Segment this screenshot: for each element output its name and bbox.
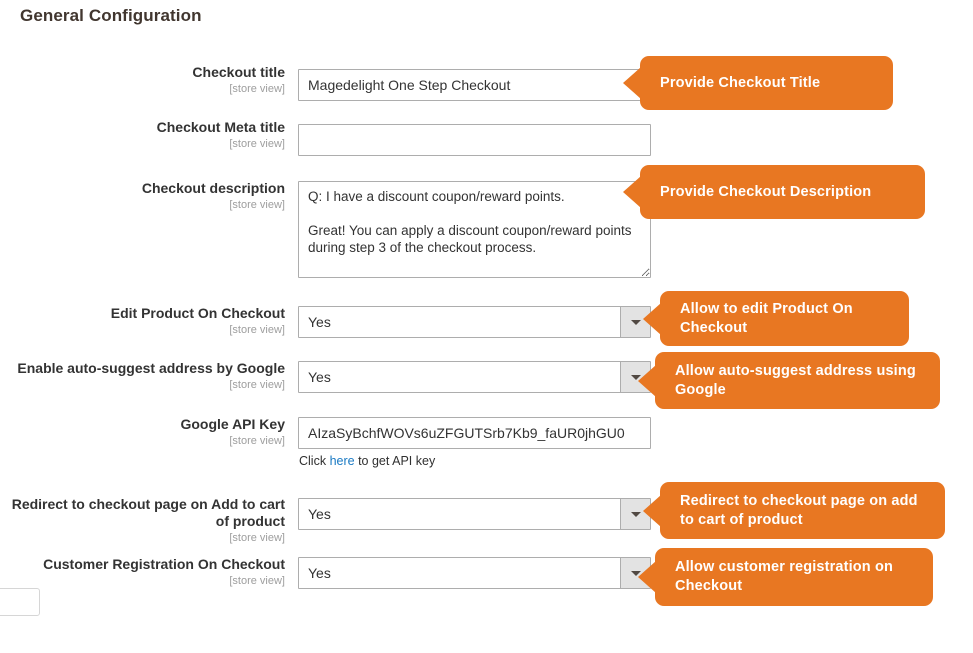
label-text: Checkout Meta title <box>156 119 285 135</box>
checkout-title-input[interactable] <box>298 69 651 101</box>
label-text: Google API Key <box>180 416 285 432</box>
label-text: Checkout description <box>141 180 285 196</box>
google-api-key-note: Click here to get API key <box>299 454 435 468</box>
select-value: Yes <box>308 506 331 522</box>
scope-label: [store view] <box>229 138 285 150</box>
label-customer-registration: Customer Registration On Checkout [store… <box>0 556 285 589</box>
label-text: Enable auto-suggest address by Google <box>17 360 285 376</box>
label-text: Edit Product On Checkout <box>110 305 285 321</box>
label-checkout-meta-title: Checkout Meta title [store view] <box>0 119 285 152</box>
checkout-meta-title-input[interactable] <box>298 124 651 156</box>
google-api-key-input[interactable] <box>298 417 651 449</box>
callout-auto-suggest: Allow auto-suggest address using Google <box>638 352 940 409</box>
callout-arrow <box>638 561 656 593</box>
scope-label: [store view] <box>229 83 285 95</box>
callout-text: Provide Checkout Description <box>660 183 872 200</box>
control-google-api-key <box>298 417 651 449</box>
label-text: Customer Registration On Checkout <box>43 556 285 572</box>
callout-arrow <box>638 364 656 397</box>
callout-checkout-title: Provide Checkout Title <box>623 56 893 110</box>
checkout-description-textarea[interactable]: Q: I have a discount coupon/reward point… <box>298 181 651 278</box>
callout-customer-registration: Allow customer registration on Checkout <box>638 548 933 606</box>
label-edit-product-on-checkout: Edit Product On Checkout [store view] <box>0 305 285 338</box>
callout-arrow <box>623 176 641 208</box>
chevron-down-icon <box>630 320 641 325</box>
callout-arrow <box>623 67 641 99</box>
chevron-down-icon <box>630 512 641 517</box>
control-checkout-title <box>298 69 651 101</box>
label-checkout-title: Checkout title [store view] <box>0 64 285 97</box>
label-redirect-to-checkout: Redirect to checkout page on Add to cart… <box>0 496 285 546</box>
control-checkout-meta-title <box>298 124 651 156</box>
control-enable-auto-suggest: Yes <box>298 361 651 393</box>
callout-checkout-description: Provide Checkout Description <box>623 165 925 219</box>
control-redirect-to-checkout: Yes <box>298 498 651 530</box>
edit-product-on-checkout-select[interactable]: Yes <box>298 306 651 338</box>
callout-text: Provide Checkout Title <box>660 74 821 91</box>
select-value: Yes <box>308 314 331 330</box>
callout-text: Allow to edit Product On Checkout <box>680 300 853 336</box>
label-checkout-description: Checkout description [store view] <box>0 180 285 213</box>
note-prefix: Click <box>299 454 330 468</box>
scope-label: [store view] <box>229 199 285 211</box>
callout-edit-product: Allow to edit Product On Checkout <box>643 291 909 346</box>
select-value: Yes <box>308 565 331 581</box>
callout-redirect: Redirect to checkout page on add to cart… <box>643 482 945 539</box>
page-title: General Configuration <box>20 6 202 25</box>
callout-text: Redirect to checkout page on add to cart… <box>680 492 918 528</box>
customer-registration-select[interactable]: Yes <box>298 557 651 589</box>
redirect-to-checkout-select[interactable]: Yes <box>298 498 651 530</box>
callout-text: Allow customer registration on Checkout <box>675 559 893 594</box>
scope-label: [store view] <box>229 324 285 336</box>
control-customer-registration: Yes <box>298 557 651 589</box>
control-checkout-description: Q: I have a discount coupon/reward point… <box>298 181 651 283</box>
callout-arrow <box>643 302 661 335</box>
label-text: Redirect to checkout page on Add to cart… <box>11 496 285 529</box>
label-text: Checkout title <box>192 64 285 80</box>
select-value: Yes <box>308 369 331 385</box>
scope-label: [store view] <box>229 435 285 447</box>
callout-arrow <box>643 494 661 527</box>
enable-auto-suggest-select[interactable]: Yes <box>298 361 651 393</box>
scope-label: [store view] <box>229 575 285 587</box>
callout-text: Allow auto-suggest address using Google <box>675 362 916 398</box>
scope-label: [store view] <box>229 379 285 391</box>
control-edit-product-on-checkout: Yes <box>298 306 651 338</box>
get-api-key-link[interactable]: here <box>330 454 355 468</box>
label-google-api-key: Google API Key [store view] <box>0 416 285 449</box>
label-enable-auto-suggest: Enable auto-suggest address by Google [s… <box>0 360 285 393</box>
note-suffix: to get API key <box>354 454 436 468</box>
scope-label: [store view] <box>229 532 285 544</box>
cropped-widget-stub <box>0 588 40 616</box>
